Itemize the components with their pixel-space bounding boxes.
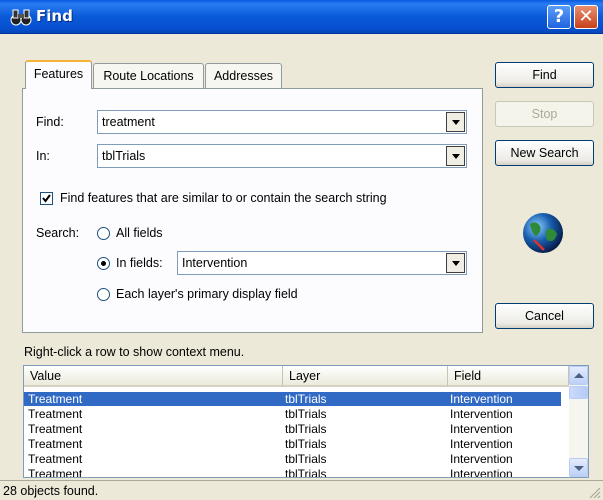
radio-in-fields-label[interactable]: In fields: <box>116 256 163 270</box>
column-header-field[interactable]: Field <box>448 366 569 387</box>
scroll-down-icon[interactable] <box>569 458 588 477</box>
window-title: Find <box>36 7 73 25</box>
search-label: Search: <box>36 226 80 240</box>
resize-grip-icon[interactable] <box>588 486 601 499</box>
cell-layer: tblTrials <box>285 392 327 406</box>
in-fields-dropdown-arrow-icon[interactable] <box>446 253 465 273</box>
cell-layer: tblTrials <box>285 467 327 478</box>
in-layer-combo[interactable]: tblTrials <box>97 144 467 168</box>
binoculars-icon <box>10 9 32 26</box>
checkmark-icon <box>42 194 51 203</box>
column-header-value[interactable]: Value <box>24 366 283 387</box>
cell-layer: tblTrials <box>285 407 327 421</box>
cell-value: Treatment <box>28 452 83 466</box>
similar-checkbox[interactable] <box>40 192 53 205</box>
radio-all-fields-label[interactable]: All fields <box>116 226 163 240</box>
cell-field: Intervention <box>450 467 513 478</box>
table-row[interactable]: Treatment tblTrials Intervention <box>24 422 561 436</box>
cell-value: Treatment <box>28 422 83 436</box>
globe-icon <box>523 213 563 253</box>
in-layer-value: tblTrials <box>102 149 146 163</box>
cell-field: Intervention <box>450 437 513 451</box>
cell-value: Treatment <box>28 437 83 451</box>
tab-route-locations[interactable]: Route Locations <box>93 63 204 88</box>
column-header-layer[interactable]: Layer <box>283 366 448 387</box>
table-row[interactable]: Treatment tblTrials Intervention <box>24 452 561 466</box>
results-scrollbar[interactable] <box>569 366 588 477</box>
results-list[interactable]: Value Layer Field Treatment tblTrials In… <box>23 365 589 478</box>
find-dropdown-arrow-icon[interactable] <box>446 112 465 132</box>
cell-layer: tblTrials <box>285 422 327 436</box>
find-label: Find: <box>36 115 64 129</box>
radio-primary-display[interactable] <box>97 288 110 301</box>
new-search-button[interactable]: New Search <box>495 140 594 166</box>
scroll-thumb[interactable] <box>569 386 588 399</box>
in-fields-value: Intervention <box>182 256 248 270</box>
cell-value: Treatment <box>28 407 83 421</box>
close-button[interactable]: ✕ <box>574 5 598 29</box>
title-bar[interactable] <box>0 0 603 34</box>
tab-features[interactable]: Features <box>25 60 92 89</box>
radio-primary-display-label[interactable]: Each layer's primary display field <box>116 287 298 301</box>
table-row[interactable]: Treatment tblTrials Intervention <box>24 437 561 451</box>
find-combo[interactable]: treatment <box>97 110 467 134</box>
radio-in-fields[interactable] <box>97 257 110 270</box>
cell-field: Intervention <box>450 407 513 421</box>
find-value: treatment <box>102 115 155 129</box>
table-row[interactable]: Treatment tblTrials Intervention <box>24 467 561 478</box>
cell-value: Treatment <box>28 392 83 406</box>
similar-checkbox-label[interactable]: Find features that are similar to or con… <box>60 191 387 205</box>
cancel-button[interactable]: Cancel <box>495 303 594 329</box>
table-row[interactable]: Treatment tblTrials Intervention <box>24 392 561 406</box>
table-row[interactable]: Treatment tblTrials Intervention <box>24 407 561 421</box>
find-button[interactable]: Find <box>495 62 594 88</box>
in-fields-combo[interactable]: Intervention <box>177 251 467 275</box>
cell-value: Treatment <box>28 467 83 478</box>
help-button[interactable]: ? <box>547 5 571 29</box>
cell-layer: tblTrials <box>285 437 327 451</box>
status-bar: 28 objects found. <box>0 480 603 500</box>
cell-field: Intervention <box>450 452 513 466</box>
radio-all-fields[interactable] <box>97 227 110 240</box>
context-menu-hint: Right-click a row to show context menu. <box>24 345 245 359</box>
in-dropdown-arrow-icon[interactable] <box>446 146 465 166</box>
in-label: In: <box>36 149 50 163</box>
tab-addresses[interactable]: Addresses <box>205 63 282 88</box>
cell-field: Intervention <box>450 392 513 406</box>
cell-field: Intervention <box>450 422 513 436</box>
cell-layer: tblTrials <box>285 452 327 466</box>
stop-button[interactable]: Stop <box>495 101 594 127</box>
scroll-up-icon[interactable] <box>569 366 588 385</box>
